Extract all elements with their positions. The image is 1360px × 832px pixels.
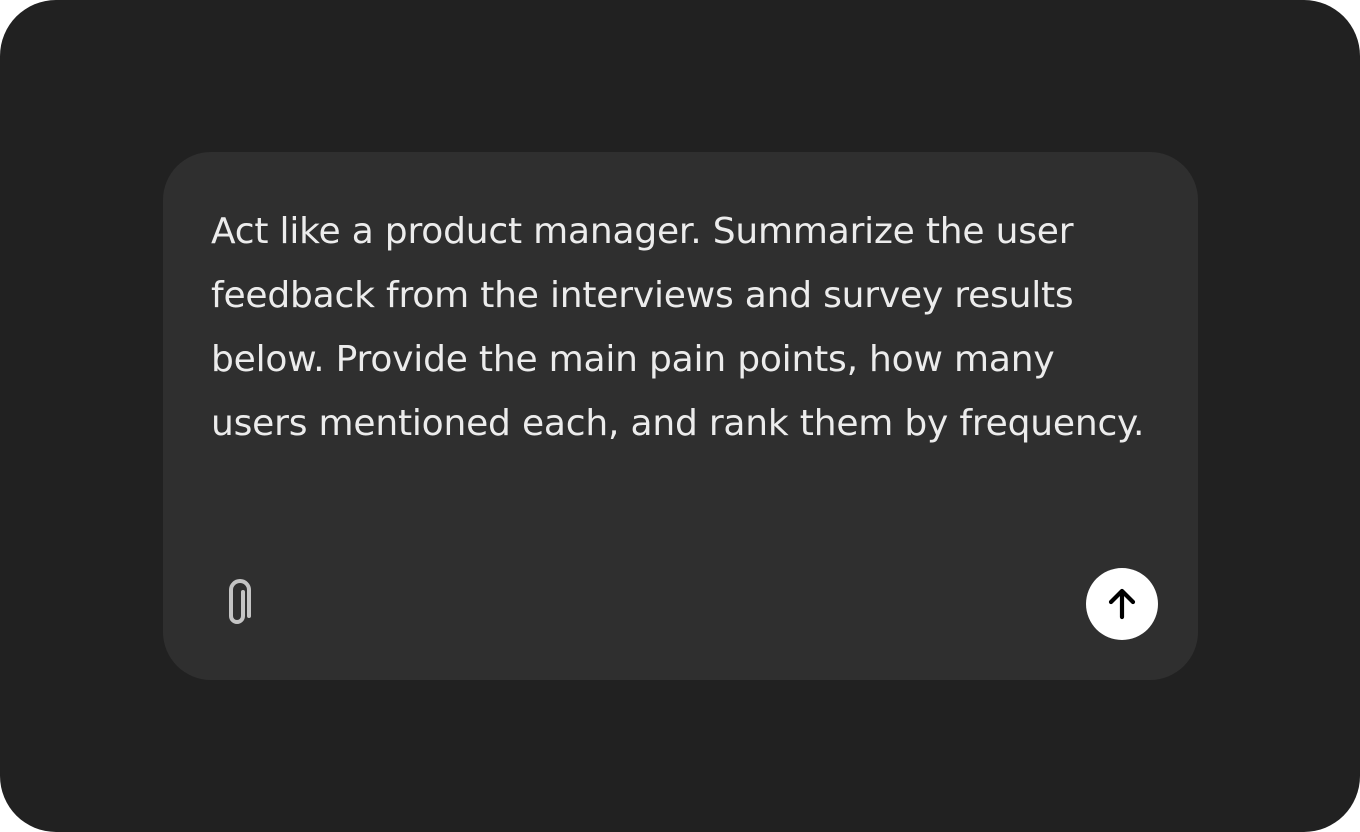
prompt-composer: Act like a product manager. Summarize th…: [163, 152, 1198, 680]
app-window: Act like a product manager. Summarize th…: [0, 0, 1360, 832]
arrow-up-icon: [1108, 588, 1136, 620]
prompt-input[interactable]: Act like a product manager. Summarize th…: [211, 200, 1151, 456]
send-button[interactable]: [1086, 568, 1158, 640]
paperclip-icon: [229, 579, 251, 624]
attach-button[interactable]: [213, 576, 265, 632]
